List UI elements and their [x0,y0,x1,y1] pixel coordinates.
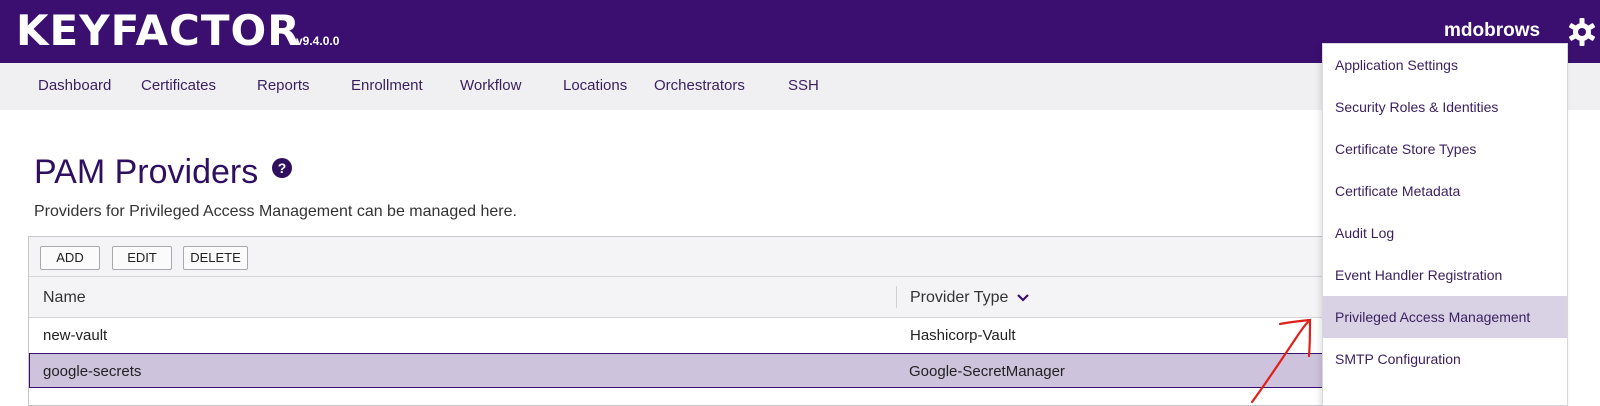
menu-item-certificate-store-types[interactable]: Certificate Store Types [1323,128,1567,170]
nav-orchestrators[interactable]: Orchestrators [654,77,745,94]
svg-text:?: ? [278,160,287,176]
help-icon[interactable]: ? [272,158,292,178]
column-header-provider-type-label: Provider Type [910,289,1009,306]
menu-item-application-settings[interactable]: Application Settings [1323,44,1567,86]
column-header-name[interactable]: Name [43,289,86,307]
delete-button[interactable]: DELETE [183,246,248,270]
menu-item-privileged-access-management[interactable]: Privileged Access Management [1323,296,1567,338]
chevron-down-icon [1017,293,1029,302]
keyfactor-logo[interactable]: KEYFACTOR [16,6,301,55]
edit-button[interactable]: EDIT [112,246,172,270]
gear-icon[interactable] [1567,15,1597,49]
menu-item-event-handler-registration[interactable]: Event Handler Registration [1323,254,1567,296]
page-subtitle: Providers for Privileged Access Manageme… [34,203,517,220]
column-header-provider-type[interactable]: Provider Type [910,289,1029,307]
version-label: v9.4.0.0 [296,34,340,48]
annotation-arrow-icon [1250,318,1312,404]
column-divider[interactable] [896,286,897,308]
page-title: PAM Providers [34,153,259,191]
nav-dashboard[interactable]: Dashboard [38,77,111,94]
nav-locations[interactable]: Locations [563,77,627,94]
row-name: new-vault [43,327,108,344]
nav-enrollment[interactable]: Enrollment [351,77,423,94]
nav-workflow[interactable]: Workflow [460,77,521,94]
row-name: google-secrets [43,363,142,380]
menu-item-smtp-configuration[interactable]: SMTP Configuration [1323,338,1567,380]
nav-reports[interactable]: Reports [257,77,310,94]
username[interactable]: mdobrows [1444,20,1540,42]
settings-menu: Application Settings Security Roles & Id… [1322,43,1568,406]
menu-item-certificate-metadata[interactable]: Certificate Metadata [1323,170,1567,212]
page-edge [1568,110,1600,406]
row-provider-type: Google-SecretManager [909,363,1065,380]
add-button[interactable]: ADD [40,246,100,270]
menu-item-audit-log[interactable]: Audit Log [1323,212,1567,254]
nav-certificates[interactable]: Certificates [141,77,216,94]
nav-ssh[interactable]: SSH [788,77,819,94]
row-provider-type: Hashicorp-Vault [910,327,1016,344]
menu-item-security-roles[interactable]: Security Roles & Identities [1323,86,1567,128]
